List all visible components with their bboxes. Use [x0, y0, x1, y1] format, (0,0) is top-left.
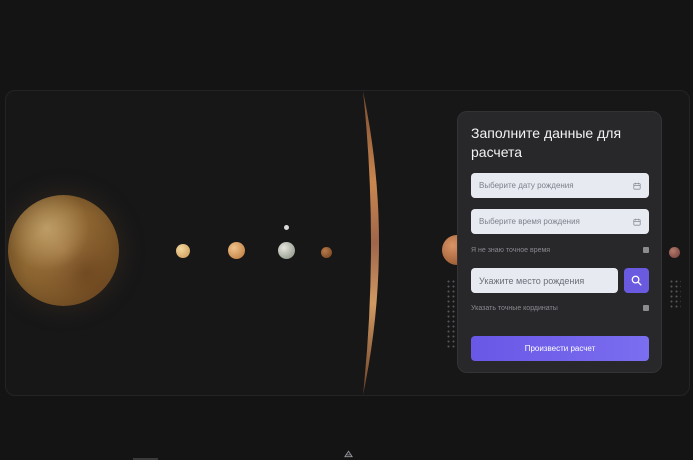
calendar-icon: [633, 182, 641, 190]
decorative-dot-grid: [669, 279, 681, 309]
earth-planet: [278, 242, 295, 259]
mars-planet: [321, 247, 332, 258]
mercury-planet: [176, 244, 190, 258]
calendar-icon: [633, 218, 641, 226]
search-icon: [631, 275, 642, 286]
triangle-logo-icon: [344, 450, 353, 458]
birth-time-field[interactable]: Выберите время рождения: [471, 209, 649, 234]
birth-place-placeholder: Укажите место рождения: [479, 275, 585, 286]
moon-dot: [284, 225, 289, 230]
exact-coordinates-option[interactable]: Указать точные кординаты: [471, 303, 649, 313]
birth-time-placeholder: Выберите время рождения: [479, 217, 580, 226]
sun-planet-image: [8, 195, 119, 306]
submit-calculation-button[interactable]: Произвести расчет: [471, 336, 649, 361]
unknown-time-checkbox[interactable]: [643, 247, 649, 253]
uranus-planet: [669, 247, 680, 258]
birth-date-field[interactable]: Выберите дату рождения: [471, 173, 649, 198]
birth-place-input[interactable]: Укажите место рождения: [471, 268, 618, 293]
calculation-form-panel: Заполните данные для расчета Выберите да…: [457, 111, 662, 373]
search-button[interactable]: [624, 268, 649, 293]
birth-date-placeholder: Выберите дату рождения: [479, 181, 574, 190]
form-title: Заполните данные для расчета: [471, 125, 622, 160]
exact-coordinates-checkbox[interactable]: [643, 305, 649, 311]
exact-coordinates-label: Указать точные кординаты: [471, 304, 558, 312]
unknown-time-option[interactable]: Я не знаю точное время: [471, 245, 649, 255]
venus-planet: [228, 242, 245, 259]
asteroid-belt-arc: [363, 91, 379, 395]
unknown-time-label: Я не знаю точное время: [471, 246, 551, 254]
